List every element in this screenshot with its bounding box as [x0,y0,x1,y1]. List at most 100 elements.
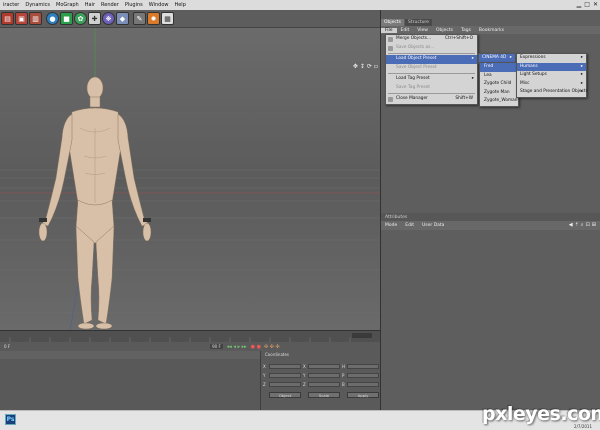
flower-icon[interactable]: ❋ [102,12,115,25]
position-x-field[interactable] [269,364,301,369]
start-frame[interactable]: 0 F [4,344,10,349]
submenu-arrow-icon: ▸ [471,76,474,81]
material-manager[interactable] [0,351,260,410]
scene-icon[interactable]: ▦ [161,12,174,25]
menu-file[interactable]: File [381,27,397,33]
size-z-field[interactable] [308,382,340,387]
menu-item-save-tag-preset: Save Tag Preset [396,84,430,90]
sphere-icon[interactable]: ● [46,12,59,25]
submenu-arrow-icon: ▸ [580,89,583,94]
menu-edit[interactable]: Edit [397,28,414,33]
attributes-toolbar: ◀ ⇡ ⌕ ⊡ ⊞ [569,222,596,228]
menu-objects[interactable]: Objects [432,28,457,33]
camera-icon[interactable]: ✎ [133,12,146,25]
viewport-scene [0,28,380,330]
size-mode-select[interactable]: Scale [308,392,340,398]
rotation-h-field[interactable] [347,364,379,369]
coordinates-title: Coordinates [265,352,290,357]
menu-item-lea[interactable]: Lea [480,72,518,81]
current-frame[interactable]: 90 F [210,344,223,349]
row-label-y: Y [263,373,266,378]
deformer-icon[interactable]: ◆ [116,12,129,25]
back-arrow-icon[interactable]: ◀ [569,222,573,228]
tab-objects[interactable]: Objects [381,19,405,26]
save-icon [388,45,393,51]
menu-item-merge-objects[interactable]: Merge Objects... Ctrl+Shift+O [386,35,477,44]
rotation-b-field[interactable] [347,382,379,387]
size-x-field[interactable] [308,364,340,369]
position-z-field[interactable] [269,382,301,387]
film-settings-icon[interactable]: ▥ [29,12,42,25]
menu-tags[interactable]: Tags [457,28,475,33]
menu-mograph[interactable]: MoGraph [53,2,82,8]
film-render-icon[interactable]: ▣ [15,12,28,25]
menu-attr-edit[interactable]: Edit [401,223,418,228]
row-label-x: X [263,364,266,369]
film-clapper-icon[interactable]: ▤ [1,12,14,25]
menu-help[interactable]: Help [171,2,188,8]
menu-item-humans[interactable]: Humans ▸ [517,62,586,71]
preset-categories-submenu: Expressions ▸ Humans ▸ Light Setups ▸ Mi… [516,53,588,98]
submenu-arrow-icon: ▸ [580,80,583,86]
menu-dynamics[interactable]: Dynamics [22,2,53,8]
minimize-icon[interactable]: ▁ [577,1,582,8]
menu-item-zygote-child[interactable]: Zygote Child [480,80,518,89]
menu-item-load-object-preset[interactable]: Load Object Preset ▸ [386,55,477,64]
tab-structure[interactable]: Structure [405,19,432,26]
record-icon[interactable]: ● ● [251,344,261,350]
row-label-z-size: Z [303,382,306,387]
keyframe-icons[interactable]: ✣ ✣ ✣ [264,344,280,350]
gear-green-icon[interactable]: ✿ [74,12,87,25]
col-label-p: P [342,373,345,378]
menu-item-zygote-man[interactable]: Zygote Man [480,89,518,98]
size-y-field[interactable] [308,373,340,378]
close-icon[interactable]: ✕ [593,1,598,8]
file-dropdown-menu: Merge Objects... Ctrl+Shift+O Save Objec… [385,34,478,105]
apply-button[interactable]: Apply [347,392,379,398]
maximize-icon[interactable]: □ [584,1,590,8]
cube-icon[interactable]: ■ [60,12,73,25]
rotation-p-field[interactable] [347,373,379,378]
photoshop-app-icon[interactable]: Ps [5,414,16,425]
menu-item-load-tag-preset[interactable]: Load Tag Preset ▸ [386,75,477,84]
menu-render[interactable]: Render [98,2,122,8]
menu-item-misc[interactable]: Misc ▸ [517,80,586,89]
submenu-arrow-icon: ▸ [580,63,583,69]
lock-icon[interactable]: ⊡ [586,222,590,228]
maximize-view-icon[interactable]: ▫ [374,63,378,70]
menu-window[interactable]: Window [146,2,172,8]
menu-hair[interactable]: Hair [82,2,98,8]
menu-item-fred[interactable]: Fred [480,63,518,72]
new-window-icon[interactable]: ⊞ [592,222,596,228]
menu-mode[interactable]: Mode [381,223,401,228]
col-label-b: B [342,382,345,387]
row-label-x-size: X [303,364,306,369]
search-icon[interactable]: ⌕ [581,222,584,228]
play-controls-icon[interactable]: ◂◂ ◂ ▸ ▸▸ [227,344,247,350]
submenu-arrow-icon: ▸ [471,56,474,61]
menu-user-data[interactable]: User Data [418,223,448,228]
3d-viewport[interactable]: ✥ ↕ ⟳ ▫ [0,28,380,330]
menu-item-close-manager[interactable]: Close Manager Shift+W [386,95,477,104]
move-view-icon[interactable]: ✥ [353,63,358,70]
menu-item-zygote-woman[interactable]: Zygote_Woman [480,97,518,106]
menu-plugins[interactable]: Plugins [122,2,146,8]
menu-item-expressions[interactable]: Expressions ▸ [517,54,586,63]
submenu-arrow-icon: ▸ [580,55,583,60]
application-menubar: iracter Dynamics MoGraph Hair Render Plu… [0,0,600,10]
up-arrow-icon[interactable]: ⇡ [575,222,579,228]
attributes-title[interactable]: Attributes [385,215,407,220]
menu-view[interactable]: View [413,28,432,33]
timeline-ruler[interactable] [0,330,380,343]
menu-item-light-setups[interactable]: Light Setups ▸ [517,71,586,80]
position-y-field[interactable] [269,373,301,378]
row-label-z: Z [263,382,266,387]
menu-bookmarks[interactable]: Bookmarks [475,28,508,33]
menu-item-stage-presentation[interactable]: Stage and Presentation Objects ▸ [517,88,588,97]
rotate-view-icon[interactable]: ⟳ [367,63,372,70]
menu-character[interactable]: iracter [0,2,22,8]
coordinate-mode-select[interactable]: Object [269,392,301,398]
zoom-view-icon[interactable]: ↕ [360,63,365,70]
light-icon[interactable]: ✹ [147,12,160,25]
spline-icon[interactable]: ✚ [88,12,101,25]
